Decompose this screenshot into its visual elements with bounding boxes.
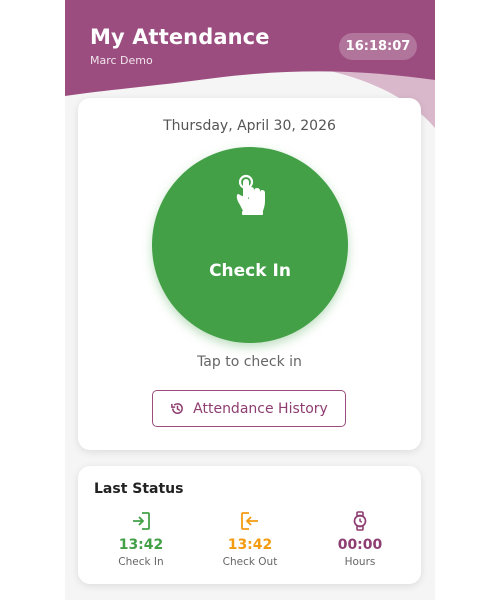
attendance-history-label: Attendance History [193,400,328,417]
current-date: Thursday, April 30, 2026 [163,118,336,134]
hours-value: 00:00 [337,537,383,553]
app-screen: My Attendance Marc Demo 16:18:07 Thursda… [65,0,435,600]
status-check-in: 13:42 Check In [86,510,196,568]
check-in-icon [133,512,150,530]
check-out-time-label: Check Out [222,556,278,568]
status-hours: 00:00 Hours [305,510,415,568]
check-out-time: 13:42 [227,537,273,553]
last-status-card: Last Status 13:42 Check In 13:42 Check O… [78,466,421,584]
attendance-history-button[interactable]: Attendance History [152,390,346,427]
history-icon [171,403,184,414]
check-in-label: Check In [209,261,291,281]
watch-icon [353,511,367,531]
check-in-button[interactable]: Check In [152,147,348,343]
check-in-time-label: Check In [118,556,164,568]
tap-hint-text: Tap to check in [197,354,302,370]
check-out-icon [241,512,258,530]
last-status-title: Last Status [94,481,184,497]
user-name: Marc Demo [90,54,153,67]
check-in-time: 13:42 [118,537,164,553]
check-in-card: Thursday, April 30, 2026 Check In Tap to… [78,98,421,450]
status-check-out: 13:42 Check Out [195,510,305,568]
page-title: My Attendance [90,25,270,49]
clock-badge: 16:18:07 [339,33,417,60]
tap-hand-icon [236,174,265,215]
hours-label: Hours [344,556,376,568]
